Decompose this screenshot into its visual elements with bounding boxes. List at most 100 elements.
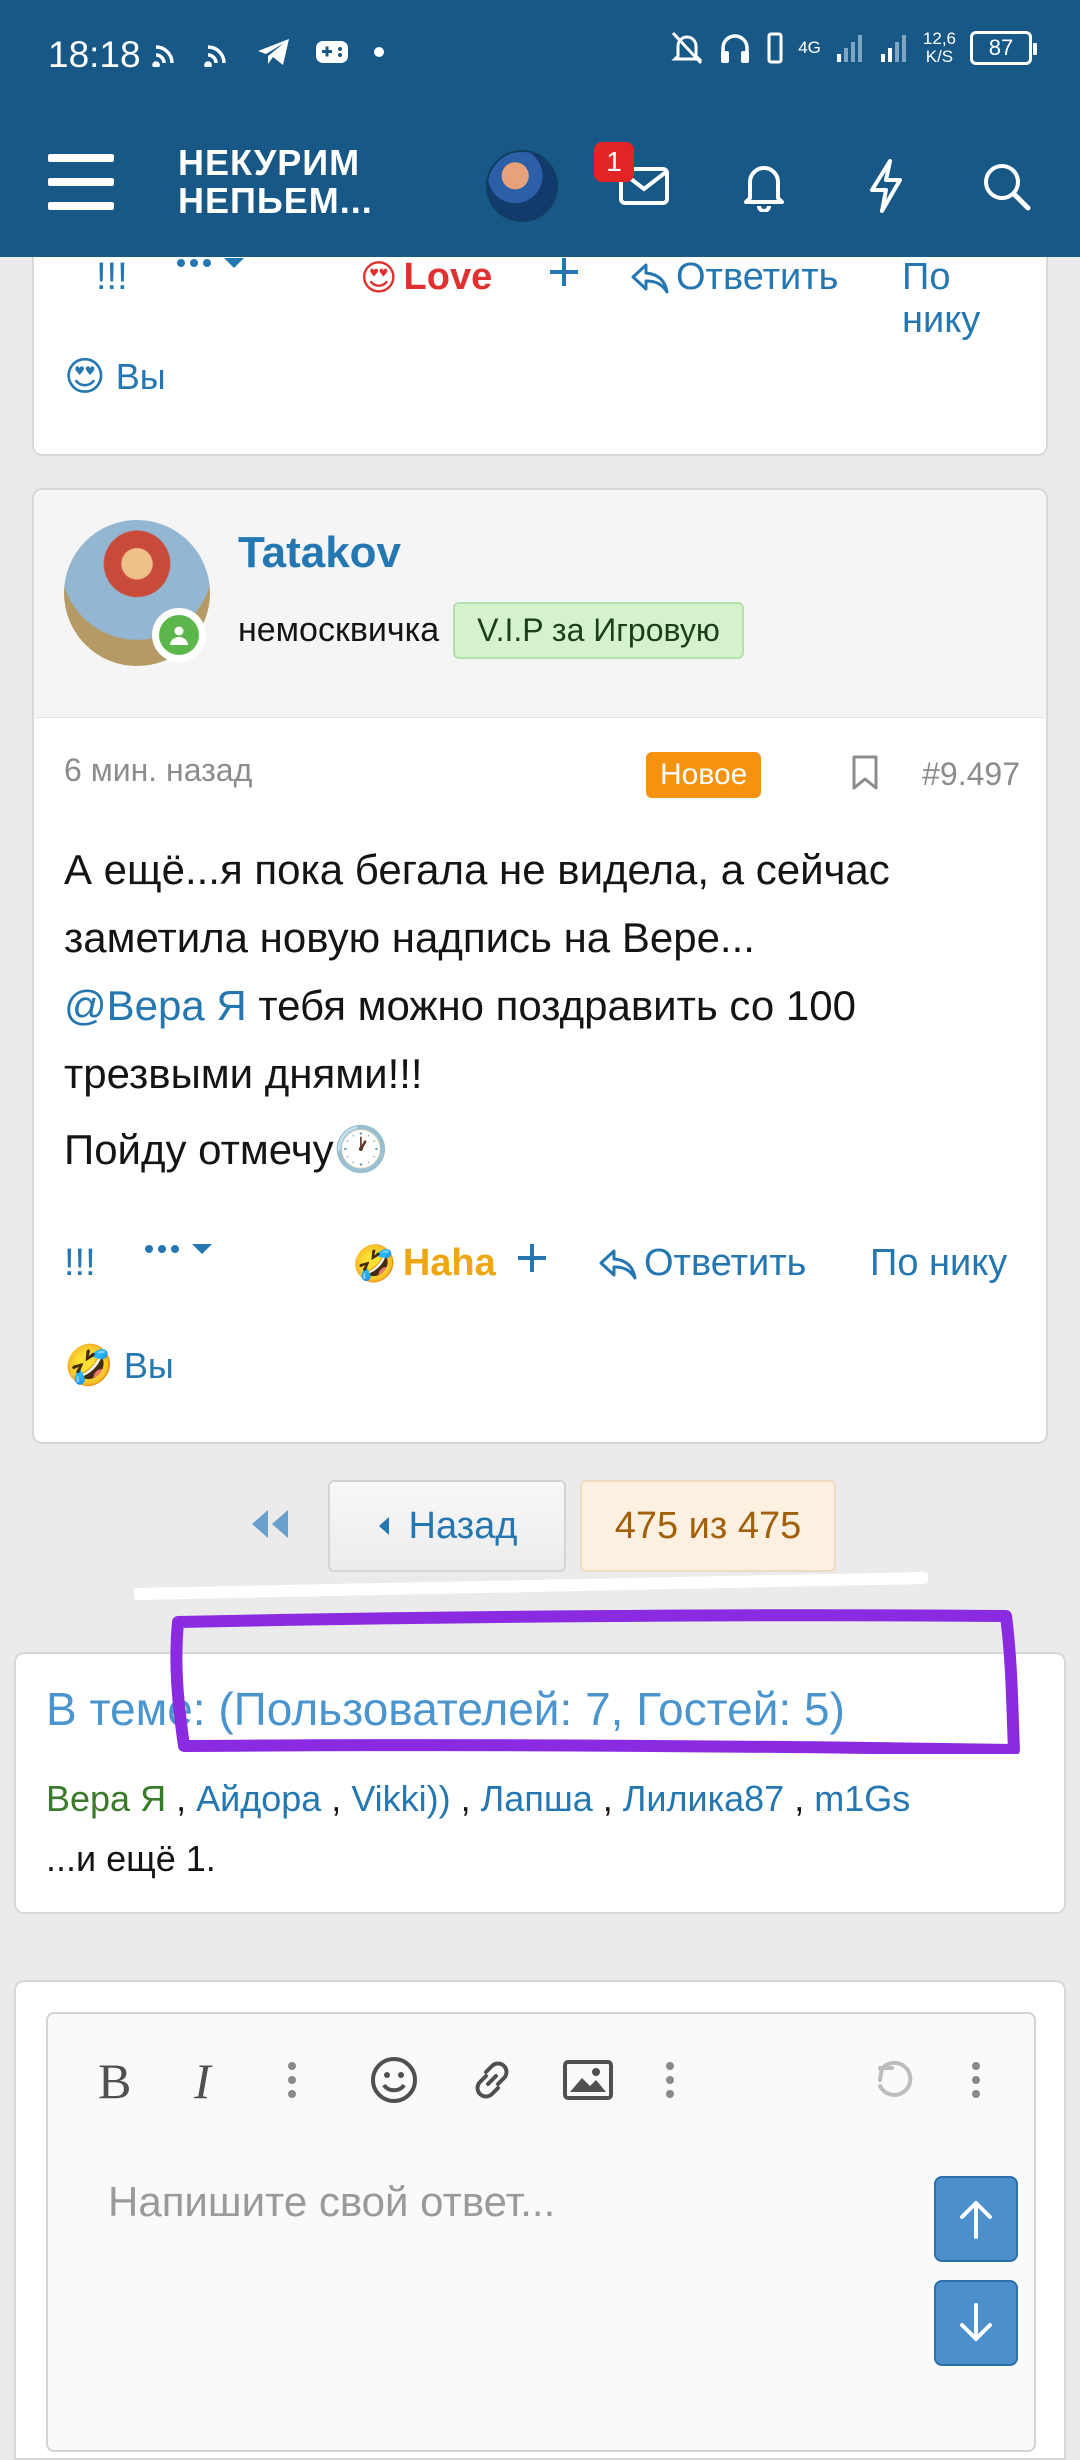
headphones-icon bbox=[721, 34, 750, 63]
network-speed-value: 12,6 bbox=[922, 29, 956, 48]
smiley-icon bbox=[371, 2057, 417, 2103]
insert-image-button[interactable] bbox=[556, 2048, 620, 2112]
reply-icon bbox=[599, 1249, 637, 1279]
post-number[interactable]: #9.497 bbox=[922, 756, 1020, 793]
whats-new-button[interactable] bbox=[850, 150, 922, 222]
search-icon bbox=[984, 164, 1031, 211]
site-header: НЕКУРИМ НЕПЬЕМ... 1 bbox=[0, 110, 1080, 257]
search-button[interactable] bbox=[970, 150, 1042, 222]
reacted-by: Вы bbox=[115, 356, 166, 397]
link-icon bbox=[475, 2061, 509, 2099]
italic-button[interactable]: I bbox=[176, 2048, 240, 2112]
reaction-label: Haha bbox=[402, 1242, 496, 1284]
quote-by-nick-button[interactable]: По нику bbox=[870, 1242, 1007, 1285]
mark-button[interactable]: !!! bbox=[96, 256, 128, 299]
post-time[interactable]: 6 мин. назад bbox=[64, 752, 252, 788]
viewer-link[interactable]: Вера Я bbox=[46, 1778, 166, 1819]
reaction-haha-button[interactable]: 🤣 Haha bbox=[352, 1242, 496, 1285]
laughing-emoji-icon: 🤣 bbox=[64, 1344, 114, 1388]
thread-viewers-block: В теме: (Пользователей: 7, Гостей: 5) Ве… bbox=[14, 1652, 1066, 1914]
scroll-top-button[interactable] bbox=[934, 2176, 1018, 2262]
emoji-button[interactable] bbox=[362, 2048, 426, 2112]
caret-left-icon bbox=[378, 1517, 389, 1535]
menu-icon[interactable] bbox=[48, 154, 114, 210]
status-left-icons bbox=[152, 36, 386, 68]
logo-line-2: НЕПЬЕМ... bbox=[178, 180, 373, 221]
quote-by-nick-button[interactable]: По нику bbox=[902, 256, 1024, 342]
undo-icon bbox=[878, 2060, 913, 2097]
viewer-link[interactable]: Лилика87 bbox=[623, 1778, 784, 1819]
more-formatting-button[interactable] bbox=[270, 2048, 314, 2112]
vertical-ellipsis-icon bbox=[972, 2062, 980, 2098]
more-actions-button[interactable] bbox=[144, 1242, 214, 1256]
add-reaction-button[interactable] bbox=[548, 256, 580, 288]
undo-button[interactable] bbox=[862, 2048, 926, 2112]
chevron-down-icon bbox=[224, 258, 244, 268]
network-speed-unit: K/S bbox=[925, 47, 954, 66]
gamepad-icon bbox=[316, 41, 348, 63]
bold-icon: B bbox=[98, 2056, 131, 2104]
insert-link-button[interactable] bbox=[460, 2048, 524, 2112]
network-type: 4G bbox=[798, 38, 821, 57]
more-insert-button[interactable] bbox=[648, 2048, 692, 2112]
forum-post: Tatakov немосквичка V.I.P за Игровую 6 м… bbox=[32, 488, 1048, 1444]
mark-button[interactable]: !!! bbox=[64, 1242, 96, 1285]
add-reaction-button[interactable] bbox=[516, 1242, 548, 1274]
reactions-summary[interactable]: 😍 Вы bbox=[64, 354, 166, 400]
vibrate-icon bbox=[767, 32, 783, 64]
author-title-row: немосквичка V.I.P за Игровую bbox=[238, 602, 744, 659]
bookmark-icon[interactable] bbox=[850, 754, 880, 800]
image-icon bbox=[563, 2060, 613, 2100]
viewer-link[interactable]: Лапша bbox=[481, 1778, 593, 1819]
status-bar: 18:18 4G 12,6 K/S 87 bbox=[0, 0, 1080, 110]
ellipsis-icon bbox=[145, 1245, 179, 1253]
cast-icon bbox=[152, 45, 174, 67]
ellipsis-icon bbox=[177, 259, 211, 267]
viewer-link[interactable]: m1Gs bbox=[814, 1778, 910, 1819]
arrow-up-icon bbox=[960, 2201, 992, 2239]
heart-eyes-emoji-icon: 😍 bbox=[360, 256, 398, 298]
reply-label: Ответить bbox=[676, 256, 839, 298]
clock-smile-emoji-icon: 🕐 bbox=[333, 1125, 389, 1174]
reactions-summary[interactable]: 🤣 Вы bbox=[64, 1342, 174, 1389]
battery-indicator: 87 bbox=[970, 31, 1037, 65]
user-mention[interactable]: @Вера Я bbox=[64, 982, 247, 1029]
heart-eyes-emoji-icon: 😍 bbox=[64, 355, 106, 399]
reply-label: Ответить bbox=[644, 1242, 807, 1284]
post-author-block: Tatakov немосквичка V.I.P за Игровую bbox=[34, 490, 1046, 718]
status-time: 18:18 bbox=[48, 34, 141, 75]
status-right-icons: 4G 12,6 K/S 87 bbox=[670, 30, 1037, 66]
network-speed: 12,6 K/S bbox=[923, 30, 956, 66]
plus-icon bbox=[518, 1244, 546, 1272]
more-actions-button[interactable] bbox=[176, 256, 246, 270]
author-name[interactable]: Tatakov bbox=[238, 528, 401, 578]
post-text-1: А ещё...я пока бегала не видела, а сейча… bbox=[64, 846, 890, 961]
logo-line-1: НЕКУРИМ bbox=[178, 142, 361, 183]
new-badge: Новое bbox=[646, 752, 762, 798]
page-count[interactable]: 475 из 475 bbox=[580, 1480, 836, 1572]
site-logo[interactable]: НЕКУРИМ НЕПЬЕМ... bbox=[178, 144, 373, 220]
editor-options-button[interactable] bbox=[954, 2048, 998, 2112]
double-chevron-left-icon bbox=[252, 1510, 288, 1538]
reaction-love-button[interactable]: 😍 Love bbox=[360, 256, 492, 299]
prev-page-button[interactable]: Назад bbox=[328, 1480, 566, 1572]
dot-icon bbox=[374, 47, 384, 57]
reply-button[interactable]: Ответить bbox=[630, 256, 838, 299]
user-avatar[interactable] bbox=[486, 150, 558, 222]
viewer-link[interactable]: Vikki)) bbox=[351, 1778, 450, 1819]
first-page-button[interactable] bbox=[246, 1506, 300, 1546]
signal-icon-2 bbox=[880, 35, 906, 62]
lightning-icon bbox=[870, 159, 902, 213]
reply-button[interactable]: Ответить bbox=[598, 1242, 806, 1285]
alerts-button[interactable] bbox=[728, 150, 800, 222]
viewer-link[interactable]: Айдора bbox=[196, 1778, 321, 1819]
scroll-bottom-button[interactable] bbox=[934, 2280, 1018, 2366]
cast-icon-2 bbox=[204, 45, 226, 67]
plus-icon bbox=[550, 258, 578, 286]
vertical-ellipsis-icon bbox=[666, 2062, 674, 2098]
bold-button[interactable]: B bbox=[82, 2048, 146, 2112]
online-status-icon bbox=[152, 608, 206, 662]
reaction-label: Love bbox=[403, 256, 493, 298]
white-scribble bbox=[134, 1572, 928, 1600]
post-actions: !!! 🤣 Haha Ответить По нику bbox=[64, 1234, 1024, 1294]
